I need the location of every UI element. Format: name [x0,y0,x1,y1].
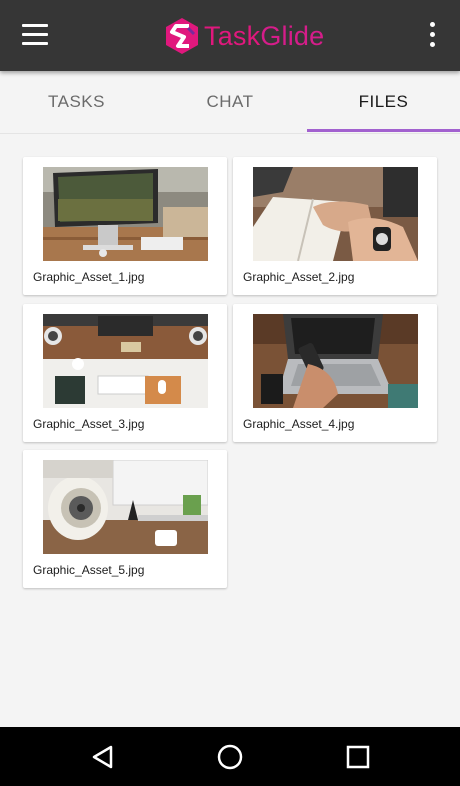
file-thumbnail [43,460,208,554]
file-name: Graphic_Asset_3.jpg [33,417,145,431]
tab-bar: TASKS CHAT FILES [0,71,460,134]
logo-mark-icon [166,18,198,54]
logo-text-glide: Glide [260,20,325,51]
file-card[interactable]: Graphic_Asset_2.jpg [233,157,437,295]
hamburger-menu-icon[interactable] [22,24,48,46]
tab-chat[interactable]: CHAT [153,71,307,133]
file-thumbnail [253,314,418,408]
logo-text-task: Task [204,20,261,51]
file-name: Graphic_Asset_1.jpg [33,270,145,284]
tab-files[interactable]: FILES [307,71,460,133]
file-thumbnail [43,314,208,408]
file-card[interactable]: Graphic_Asset_3.jpg [23,304,227,442]
file-name: Graphic_Asset_2.jpg [243,270,355,284]
file-thumbnail [43,167,208,261]
recents-square-icon[interactable] [344,743,372,771]
home-circle-icon[interactable] [216,743,244,771]
file-thumbnail [253,167,418,261]
file-name: Graphic_Asset_5.jpg [33,563,145,577]
file-card[interactable]: Graphic_Asset_1.jpg [23,157,227,295]
file-name: Graphic_Asset_4.jpg [243,417,355,431]
logo-text: TaskGlide [204,21,324,52]
more-vertical-icon[interactable] [424,22,440,48]
active-tab-indicator [307,129,460,132]
file-card[interactable]: Graphic_Asset_5.jpg [23,450,227,588]
app-logo: TaskGlide [164,14,324,58]
file-card[interactable]: Graphic_Asset_4.jpg [233,304,437,442]
back-triangle-icon[interactable] [89,743,117,771]
app-bar: TaskGlide [0,0,460,71]
system-nav-bar [0,727,460,786]
tab-tasks[interactable]: TASKS [0,71,153,133]
